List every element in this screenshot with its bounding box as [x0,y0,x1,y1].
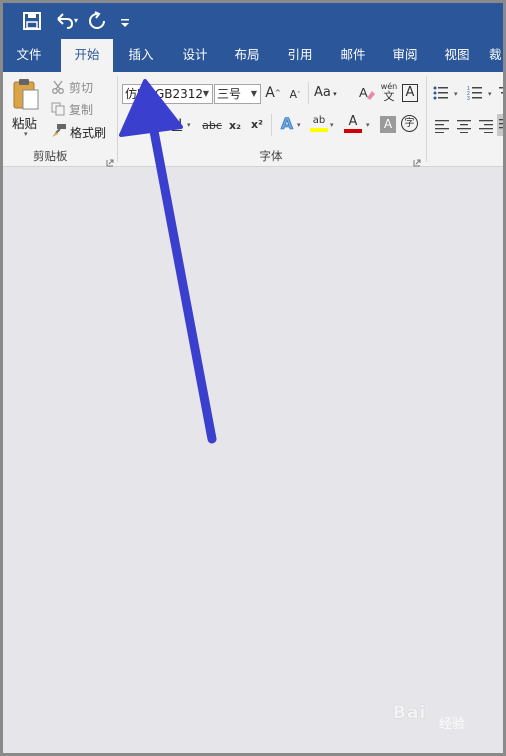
annotation-arrow [119,79,217,444]
word-window: ▾ 文件 开始 插入 设计 布局 引用 邮件 审阅 视图 裁 粘贴 ▾ 剪切 复… [0,0,506,756]
watermark: Bai [393,703,427,723]
watermark-sub: 经验 [439,717,466,732]
